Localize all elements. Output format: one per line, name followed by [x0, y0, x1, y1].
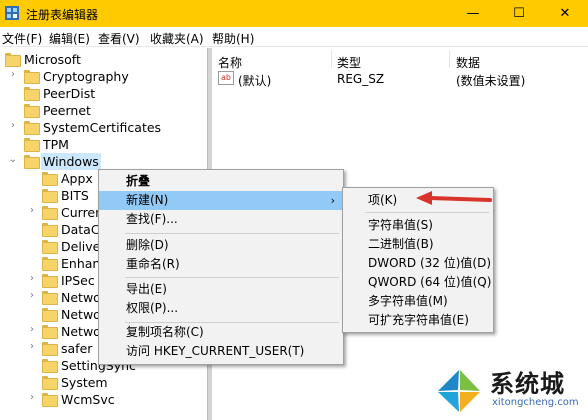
tree-item[interactable]: Peernet — [0, 102, 207, 119]
menu-separator — [125, 233, 339, 234]
close-button[interactable]: ✕ — [542, 0, 588, 27]
submenu-arrow-icon: › — [330, 194, 335, 207]
expand-arrow-icon[interactable]: › — [27, 273, 37, 284]
menu-permissions[interactable]: 权限(P)... — [99, 299, 343, 318]
maximize-button[interactable]: ☐ — [496, 0, 542, 27]
context-menu: 折叠 新建(N) › 查找(F)... 删除(D) 重命名(R) 导出(E) 权… — [98, 169, 344, 365]
menu-bar: 文件(F) 编辑(E) 查看(V) 收藏夹(A) 帮助(H) — [0, 27, 588, 47]
tree-item[interactable]: PeerDist — [0, 85, 207, 102]
column-divider[interactable] — [331, 50, 332, 68]
menu-goto-hkcu[interactable]: 访问 HKEY_CURRENT_USER(T) — [99, 342, 343, 361]
expand-arrow-icon[interactable]: › — [8, 69, 18, 80]
folder-icon — [24, 155, 40, 169]
menu-file[interactable]: 文件(F) — [2, 30, 42, 47]
annotation-arrow-icon — [416, 191, 492, 205]
folder-icon — [24, 70, 40, 84]
folder-icon — [42, 291, 58, 305]
submenu-qword-value[interactable]: QWORD (64 位)值(Q) — [343, 273, 493, 292]
tree-item[interactable]: › Cryptography — [0, 68, 207, 85]
tree-item[interactable]: › SystemCertificates — [0, 119, 207, 136]
folder-icon — [24, 121, 40, 135]
menu-copy-key-name[interactable]: 复制项名称(C) — [99, 323, 343, 342]
column-header-data[interactable]: 数据 — [456, 54, 480, 71]
expand-arrow-icon[interactable]: › — [8, 120, 18, 131]
folder-icon — [42, 172, 58, 186]
submenu-expandable-string-value[interactable]: 可扩充字符串值(E) — [343, 311, 493, 330]
value-data: (数值未设置) — [456, 74, 526, 88]
column-divider[interactable] — [449, 50, 450, 68]
regedit-icon — [5, 6, 19, 20]
folder-icon — [42, 274, 58, 288]
folder-icon — [42, 223, 58, 237]
folder-icon — [5, 53, 21, 67]
menu-edit[interactable]: 编辑(E) — [49, 30, 90, 47]
tree-item[interactable]: › WcmSvc — [0, 391, 207, 408]
folder-icon — [24, 138, 40, 152]
tree-item[interactable]: System — [0, 374, 207, 391]
submenu-string-value[interactable]: 字符串值(S) — [343, 216, 493, 235]
folder-icon — [42, 189, 58, 203]
menu-find[interactable]: 查找(F)... — [99, 210, 343, 229]
window-title: 注册表编辑器 — [26, 8, 99, 22]
column-header-name[interactable]: 名称 — [218, 54, 242, 71]
menu-separator — [125, 277, 339, 278]
expand-arrow-icon[interactable]: › — [27, 392, 37, 403]
watermark-logo-icon — [436, 368, 482, 414]
menu-export[interactable]: 导出(E) — [99, 280, 343, 299]
folder-icon — [42, 308, 58, 322]
folder-icon — [42, 257, 58, 271]
menu-view[interactable]: 查看(V) — [98, 30, 140, 47]
expand-arrow-icon[interactable]: › — [27, 205, 37, 216]
submenu-dword-value[interactable]: DWORD (32 位)值(D) — [343, 254, 493, 273]
folder-icon — [24, 87, 40, 101]
expand-arrow-icon[interactable]: › — [27, 290, 37, 301]
tree-item-windows[interactable]: ⌄ Windows — [0, 153, 207, 170]
folder-icon — [42, 376, 58, 390]
folder-icon — [42, 206, 58, 220]
submenu-multi-string-value[interactable]: 多字符串值(M) — [343, 292, 493, 311]
menu-new-label: 新建(N) — [126, 193, 169, 207]
column-header-type[interactable]: 类型 — [337, 54, 361, 71]
tree-item[interactable]: TPM — [0, 136, 207, 153]
menu-rename[interactable]: 重命名(R) — [99, 255, 343, 274]
watermark: 系统城 xitongcheng.com — [432, 362, 588, 420]
menu-favorites[interactable]: 收藏夹(A) — [150, 30, 204, 47]
folder-icon — [42, 240, 58, 254]
tree-item[interactable]: Microsoft — [0, 51, 207, 68]
folder-icon — [42, 393, 58, 407]
submenu-binary-value[interactable]: 二进制值(B) — [343, 235, 493, 254]
menu-help[interactable]: 帮助(H) — [212, 30, 254, 47]
menu-separator — [365, 212, 489, 213]
watermark-text: 系统城 — [490, 370, 565, 398]
expand-arrow-icon[interactable]: › — [27, 341, 37, 352]
menu-delete[interactable]: 删除(D) — [99, 236, 343, 255]
folder-icon — [24, 104, 40, 118]
folder-icon — [42, 325, 58, 339]
collapse-arrow-icon[interactable]: ⌄ — [8, 154, 18, 165]
menu-collapse[interactable]: 折叠 — [99, 172, 343, 191]
string-value-icon: ab — [218, 71, 234, 85]
expand-arrow-icon[interactable]: › — [27, 324, 37, 335]
value-name: (默认) — [238, 74, 272, 88]
watermark-url: xitongcheng.com — [492, 397, 579, 408]
value-type: REG_SZ — [337, 72, 385, 86]
folder-icon — [42, 359, 58, 373]
title-bar: 注册表编辑器 — ☐ ✕ — [0, 0, 588, 27]
menu-new[interactable]: 新建(N) › — [99, 191, 343, 210]
folder-icon — [42, 342, 58, 356]
minimize-button[interactable]: — — [450, 0, 496, 27]
